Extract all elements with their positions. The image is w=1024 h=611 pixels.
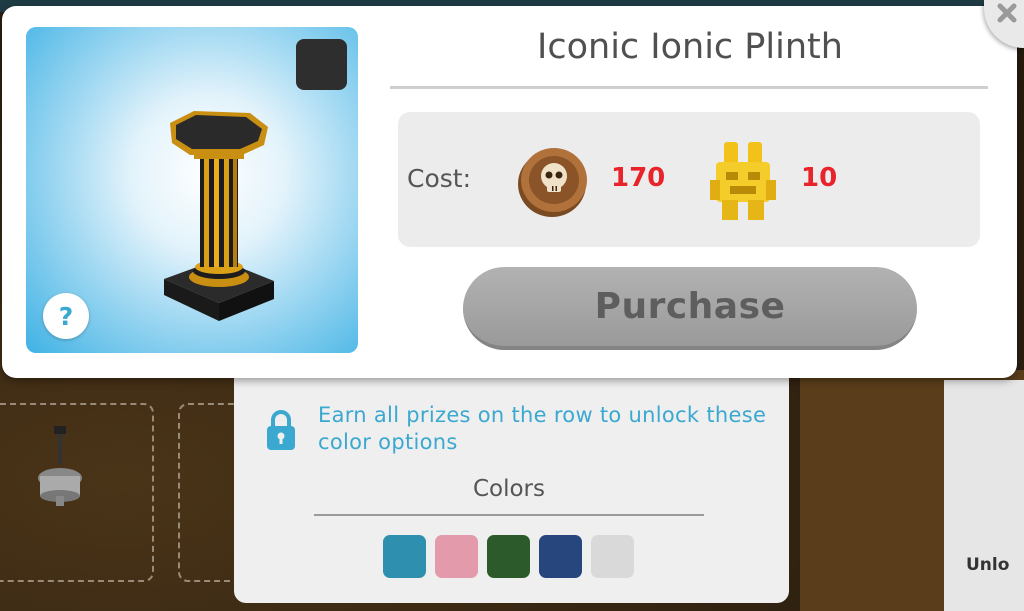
close-icon — [997, 3, 1017, 23]
fountain-thumbnail — [38, 426, 82, 506]
golden-tiki-icon — [710, 142, 776, 220]
colors-heading: Colors — [472, 476, 546, 502]
color-swatch-teal[interactable] — [383, 535, 426, 578]
coin-cost-value: 170 — [611, 163, 666, 193]
title-divider — [390, 86, 988, 89]
tiki-cost-value: 10 — [801, 163, 838, 193]
help-button[interactable]: ? — [43, 293, 89, 339]
purchase-button[interactable]: Purchase — [463, 267, 917, 350]
lock-icon — [267, 410, 295, 450]
cost-label: Cost: — [407, 164, 472, 193]
skull-coin-icon — [518, 148, 587, 217]
color-swatch-green[interactable] — [487, 535, 530, 578]
close-button[interactable] — [984, 0, 1024, 48]
color-swatch-pink[interactable] — [435, 535, 478, 578]
color-swatch-navy[interactable] — [539, 535, 582, 578]
inventory-slot[interactable] — [178, 403, 240, 582]
color-swatch-light-gray[interactable] — [591, 535, 634, 578]
ionic-plinth-image — [164, 111, 274, 321]
color-swatches — [383, 535, 634, 578]
side-unlock-label[interactable]: Unlo — [966, 555, 1009, 575]
cost-box — [398, 112, 980, 247]
colors-divider — [314, 514, 704, 516]
side-panel — [944, 380, 1024, 611]
item-title: Iconic Ionic Plinth — [537, 27, 843, 67]
unlock-message: Earn all prizes on the row to unlock the… — [318, 403, 767, 454]
selected-color-chip[interactable] — [296, 39, 347, 90]
